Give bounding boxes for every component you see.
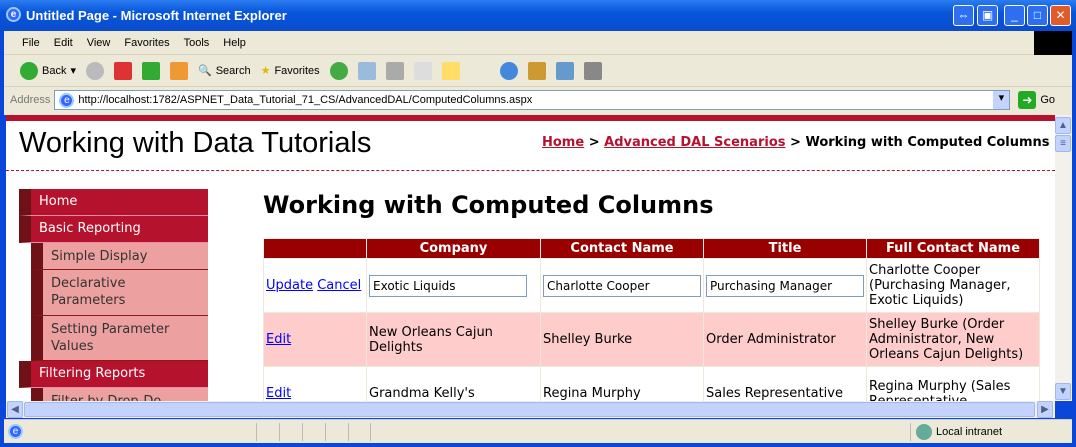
menu-help[interactable]: Help: [223, 37, 246, 49]
page-icon: e: [59, 92, 75, 108]
horizontal-scroll-thumb[interactable]: [24, 402, 1035, 417]
sidebar-item-setting-parameter-values[interactable]: Setting Parameter Values: [31, 316, 208, 361]
menu-file[interactable]: File: [22, 37, 40, 49]
mail-icon[interactable]: [357, 61, 376, 80]
address-input[interactable]: e http://localhost:1782/ASPNET_Data_Tuto…: [54, 90, 1011, 110]
menu-edit[interactable]: Edit: [54, 37, 73, 49]
table-row: Edit Grandma Kelly's Regina Murphy Sales…: [263, 366, 1040, 401]
sidebar-item-basic-reporting[interactable]: Basic Reporting: [19, 216, 208, 243]
toolbar-extra-icon[interactable]: [583, 61, 602, 80]
ie-icon: e: [6, 7, 21, 22]
intranet-globe-icon: [916, 424, 932, 440]
refresh-icon[interactable]: [142, 61, 160, 80]
page-viewport: Working with Data Tutorials Home > Advan…: [6, 115, 1055, 401]
restore-icon[interactable]: ▣: [977, 5, 998, 26]
breadcrumb-advanced-dal[interactable]: Advanced DAL Scenarios: [604, 135, 785, 150]
tool-icon[interactable]: [555, 61, 574, 80]
table-row-editing: Update Cancel Charlotte Cooper (Purchasi…: [263, 258, 1040, 313]
edit-link[interactable]: Edit: [266, 386, 291, 401]
suppliers-grid: Company Contact Name Title Full Contact …: [263, 238, 1040, 401]
search-icon: 🔍: [198, 65, 212, 77]
stop-icon[interactable]: [114, 61, 132, 80]
breadcrumb-current: Working with Computed Columns: [805, 135, 1050, 150]
extra-window-button[interactable]: ⇔: [953, 5, 974, 26]
horizontal-scrollbar[interactable]: ◀ ▶: [6, 401, 1055, 418]
site-title: Working with Data Tutorials: [19, 127, 372, 159]
sidebar-item-filtering-reports[interactable]: Filtering Reports: [19, 361, 208, 388]
edit-word-icon[interactable]: [413, 61, 432, 80]
title-bar: e Untitled Page - Microsoft Internet Exp…: [0, 0, 1076, 31]
messenger-icon[interactable]: [499, 61, 518, 80]
star-icon: ★: [260, 65, 271, 77]
security-zone: Local intranet: [916, 424, 1002, 440]
edit-link[interactable]: Edit: [266, 332, 291, 347]
company-input[interactable]: [369, 274, 527, 297]
maximize-button[interactable]: □: [1027, 5, 1048, 26]
menu-bar: File Edit View Favorites Tools Help: [4, 31, 1072, 55]
scroll-right-icon[interactable]: ▶: [1037, 401, 1053, 418]
back-icon: [20, 61, 38, 80]
scroll-up-icon[interactable]: ▲: [1055, 117, 1071, 134]
window-title: Untitled Page - Microsoft Internet Explo…: [26, 8, 287, 23]
breadcrumb: Home > Advanced DAL Scenarios > Working …: [542, 135, 1050, 150]
title-input[interactable]: [706, 274, 864, 297]
header-title: Title: [703, 238, 867, 259]
vertical-scrollbar[interactable]: ▲ ≡ ▼: [1055, 115, 1072, 401]
table-row: Edit New Orleans Cajun Delights Shelley …: [263, 312, 1040, 367]
scroll-left-icon[interactable]: ◀: [7, 401, 23, 418]
sidebar-item-simple-display[interactable]: Simple Display: [31, 243, 208, 270]
address-bar: Address e http://localhost:1782/ASPNET_D…: [4, 87, 1072, 113]
menu-view[interactable]: View: [87, 37, 111, 49]
search-button[interactable]: 🔍 Search: [198, 64, 251, 78]
breadcrumb-home[interactable]: Home: [542, 135, 584, 150]
scroll-down-icon[interactable]: ▼: [1055, 383, 1071, 400]
sidebar-item-home[interactable]: Home: [19, 189, 208, 216]
menu-tools[interactable]: Tools: [184, 37, 210, 49]
header-company: Company: [366, 238, 541, 259]
grid-header: Company Contact Name Title Full Contact …: [263, 238, 1040, 259]
close-button[interactable]: ✕: [1050, 5, 1071, 26]
research-icon[interactable]: [527, 61, 546, 80]
favorites-button[interactable]: ★ Favorites: [260, 64, 320, 78]
header-bar: [6, 115, 1055, 121]
history-icon[interactable]: [329, 61, 348, 80]
cancel-link[interactable]: Cancel: [317, 278, 361, 293]
go-button[interactable]: ➜ Go: [1018, 91, 1055, 109]
header-divider: [6, 170, 1055, 171]
scroll-thumb[interactable]: ≡: [1055, 135, 1071, 152]
status-bar: e Local intranet: [4, 419, 1072, 443]
go-arrow-icon: ➜: [1018, 91, 1037, 109]
sidebar-item-declarative-parameters[interactable]: Declarative Parameters: [31, 270, 208, 316]
status-page-icon: e: [8, 424, 23, 439]
home-icon[interactable]: [170, 61, 188, 80]
address-label: Address: [10, 94, 51, 106]
discuss-icon[interactable]: [441, 61, 460, 80]
toolbar: Back ▾ 🔍 Search ★ Favorites: [4, 55, 1072, 87]
page-title: Working with Computed Columns: [263, 191, 714, 219]
forward-icon[interactable]: [86, 61, 104, 80]
sidebar-menu: Home Basic Reporting Simple Display Decl…: [19, 189, 208, 401]
windows-logo: [1034, 31, 1072, 55]
dropdown-icon[interactable]: ▾: [993, 91, 1010, 109]
back-button[interactable]: Back ▾: [20, 61, 76, 80]
update-link[interactable]: Update: [266, 278, 313, 293]
print-icon[interactable]: [385, 61, 404, 80]
sidebar-item-filter-sub[interactable]: Filter by Drop-Do: [31, 388, 208, 401]
minimize-button[interactable]: _: [1004, 5, 1025, 26]
menu-favorites[interactable]: Favorites: [124, 37, 169, 49]
contact-name-input[interactable]: [543, 274, 701, 297]
full-contact-name-cell: Charlotte Cooper (Purchasing Manager, Ex…: [866, 258, 1040, 313]
header-full-contact-name: Full Contact Name: [866, 238, 1040, 259]
header-contact-name: Contact Name: [540, 238, 704, 259]
